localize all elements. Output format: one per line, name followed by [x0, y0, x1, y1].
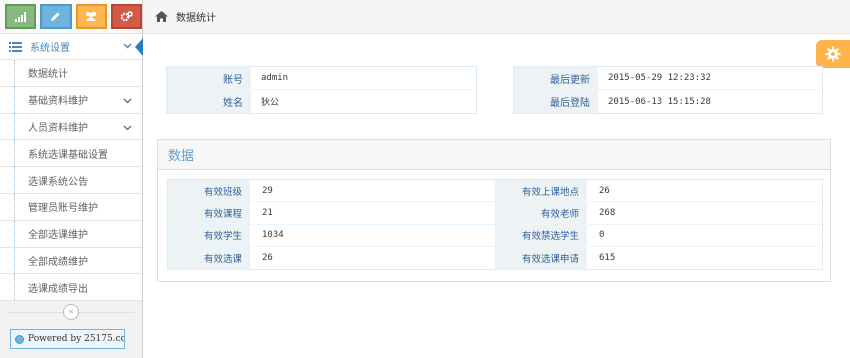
stats-name: 有效选课 [168, 246, 250, 270]
list-icon [0, 41, 30, 52]
stats-value: 0 [599, 230, 605, 241]
sidebar: 系统设置 数据统计 基础资料维护 人员资料维护 系统选课基础设置 选课系统公告 … [0, 0, 143, 358]
stats-column-left: 有效班级 29 有效课程 21 有效学生 1034 有效选课 26 [168, 180, 495, 270]
stats-name: 有效班级 [168, 180, 250, 202]
stats-value: 26 [599, 185, 610, 196]
shortcut-settings-button[interactable] [110, 4, 142, 29]
settings-toggle-button[interactable] [816, 40, 850, 68]
users-icon [86, 12, 97, 21]
powered-by-text: Powered by 25175.com [28, 334, 125, 344]
stats-name: 有效上课地点 [495, 180, 587, 202]
info-name: 最后登陆 [514, 90, 598, 113]
stats-table: 有效班级 29 有效课程 21 有效学生 1034 有效选课 26 有效上课地点 26 有… [167, 179, 823, 271]
sidebar-item-label: 全部成绩维护 [28, 256, 88, 268]
powered-by-badge[interactable]: Powered by 25175.com [10, 329, 125, 349]
sidebar-item-all-selections[interactable]: 全部选课维护 [0, 220, 142, 248]
sidebar-item-label: 数据统计 [28, 69, 68, 81]
cogs-icon [120, 11, 133, 22]
info-name: 最后更新 [514, 67, 598, 89]
sidebar-item-label: 人员资料维护 [28, 122, 88, 134]
sidebar-item-announcements[interactable]: 选课系统公告 [0, 167, 142, 194]
stats-name: 有效老师 [495, 202, 587, 224]
stats-row: 有效上课地点 26 [495, 180, 822, 203]
sidebar-item-personnel-data[interactable]: 人员资料维护 [0, 113, 142, 141]
stats-panel-title: 数据 [158, 140, 830, 170]
info-value: 2015-05-29 12:23:32 [608, 73, 711, 83]
shortcut-users-button[interactable] [75, 4, 107, 29]
info-row-last-update: 最后更新 2015-05-29 12:23:32 [514, 67, 822, 90]
stats-value: 268 [599, 207, 616, 218]
stats-column-right: 有效上课地点 26 有效老师 268 有效禁选学生 0 有效选课申请 615 [495, 180, 822, 270]
sidebar-item-label: 管理员账号维护 [28, 203, 98, 215]
login-info-table: 最后更新 2015-05-29 12:23:32 最后登陆 2015-06-13… [513, 66, 823, 114]
stats-name: 有效选课申请 [495, 246, 587, 270]
pencil-icon [51, 12, 60, 21]
shortcut-stats-button[interactable] [5, 4, 37, 29]
sidebar-item-admin-accounts[interactable]: 管理员账号维护 [0, 193, 142, 221]
gear-icon [825, 46, 841, 62]
stats-row: 有效选课申请 615 [495, 246, 822, 270]
breadcrumb: 数据统计 [143, 0, 850, 34]
breadcrumb-current: 数据统计 [176, 13, 216, 24]
sidebar-item-label: 选课成绩导出 [28, 283, 88, 295]
stats-value: 21 [262, 207, 273, 218]
stats-value: 1034 [262, 230, 284, 241]
collapse-sidebar-button[interactable]: « [63, 304, 79, 320]
active-indicator [135, 38, 143, 56]
stats-name: 有效课程 [168, 202, 250, 224]
sidebar-item-all-grades[interactable]: 全部成绩维护 [0, 247, 142, 275]
stats-row: 有效课程 21 [168, 202, 495, 225]
stats-row: 有效学生 1034 [168, 224, 495, 247]
info-row-account: 账号 admin [167, 67, 476, 90]
shortcut-edit-button[interactable] [40, 4, 72, 29]
signal-icon [14, 11, 26, 22]
stats-value: 26 [262, 253, 273, 264]
submenu: 数据统计 基础资料维护 人员资料维护 系统选课基础设置 选课系统公告 管理员账号… [0, 60, 142, 302]
sidebar-item-label: 全部选课维护 [28, 230, 88, 242]
double-left-icon: « [68, 307, 74, 317]
sidebar-item-label: 基础资料维护 [28, 96, 88, 108]
info-value: admin [261, 73, 289, 83]
stats-row: 有效老师 268 [495, 202, 822, 225]
sidebar-item-grades-export[interactable]: 选课成绩导出 [0, 274, 142, 302]
info-row-name: 姓名 狄公 [167, 90, 476, 113]
nav-system-settings[interactable]: 系统设置 [0, 34, 143, 60]
sidebar-item-data-stats[interactable]: 数据统计 [0, 60, 142, 87]
info-name: 姓名 [167, 90, 251, 113]
stats-row: 有效班级 29 [168, 180, 495, 203]
globe-icon [15, 334, 24, 344]
account-info-table: 账号 admin 姓名 狄公 [166, 66, 477, 114]
sidebar-item-course-settings[interactable]: 系统选课基础设置 [0, 140, 142, 168]
stats-value: 615 [599, 253, 616, 264]
stats-name: 有效学生 [168, 224, 250, 246]
sidebar-collapse-bar: « [0, 303, 142, 321]
main-content: 数据统计 账号 admin 姓名 狄公 最后更新 2015-05-29 12:2… [143, 0, 850, 358]
stats-name: 有效禁选学生 [495, 224, 587, 246]
stats-row: 有效禁选学生 0 [495, 224, 822, 247]
info-value: 狄公 [261, 98, 280, 108]
sidebar-shortcuts [0, 0, 142, 34]
chevron-down-icon [123, 123, 132, 134]
stats-value: 29 [262, 185, 273, 196]
stats-panel: 数据 有效班级 29 有效课程 21 有效学生 1034 有效选课 26 有效上课地点 2… [157, 139, 831, 282]
nav-system-settings-label: 系统设置 [30, 43, 70, 54]
sidebar-item-label: 选课系统公告 [28, 176, 88, 188]
sidebar-item-basic-data[interactable]: 基础资料维护 [0, 86, 142, 114]
chevron-down-icon [123, 96, 132, 107]
info-row-last-login: 最后登陆 2015-06-13 15:15:28 [514, 90, 822, 113]
stats-row: 有效选课 26 [168, 246, 495, 270]
info-value: 2015-06-13 15:15:28 [608, 96, 711, 107]
sidebar-item-label: 系统选课基础设置 [28, 149, 108, 161]
home-icon[interactable] [155, 11, 168, 22]
info-name: 账号 [167, 67, 251, 89]
chevron-down-icon [123, 41, 132, 52]
